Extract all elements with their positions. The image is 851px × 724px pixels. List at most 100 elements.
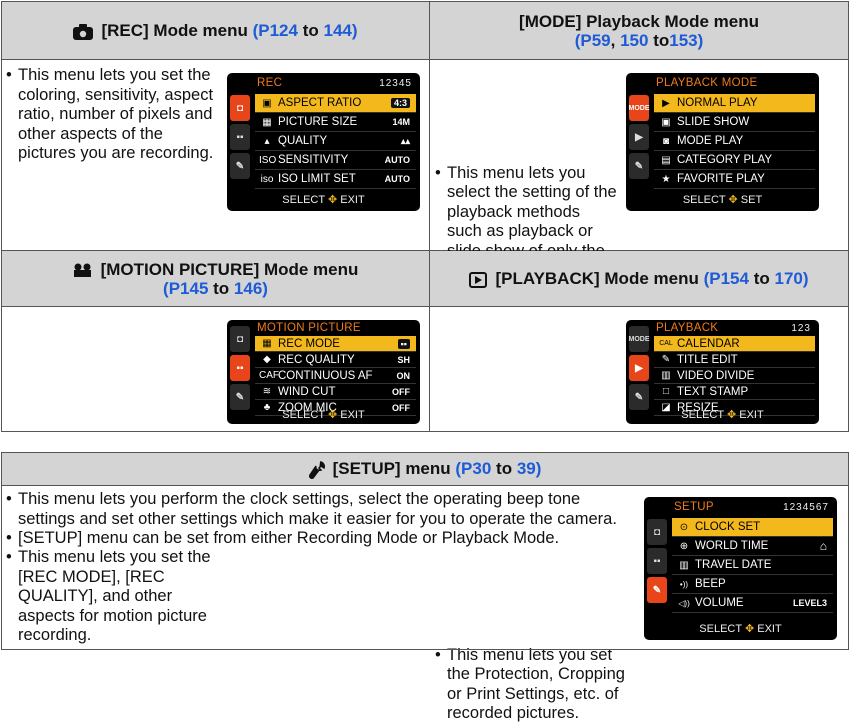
lcd-title: REC — [257, 77, 283, 89]
lcd-item-rec-quality: ◆ REC QUALITY SH — [255, 352, 416, 368]
rec-ref-end[interactable]: 144) — [323, 21, 357, 40]
motion-tab-icon: ▪▪ — [647, 548, 667, 574]
wrench-tab-icon: ✎ — [629, 153, 649, 179]
rec-menu-header: [REC] Mode menu (P124 to 144) — [2, 2, 429, 60]
mode-tab-icon: MODE — [629, 326, 650, 352]
lcd-item-text-stamp: □ TEXT STAMP — [654, 384, 815, 400]
playback-menu-header: [PLAYBACK] Mode menu (P154 to 170) — [430, 251, 848, 307]
dial-icon: ✥ — [327, 194, 338, 206]
playback-mode-screen: MODE ▶ ✎ PLAYBACK MODE ▶ NORMAL PLAY ▣ SLI… — [626, 73, 819, 211]
setup-ref-to: to — [496, 459, 513, 479]
lcd-item-value: SH — [397, 354, 410, 365]
motion-ref-start[interactable]: (P145 — [163, 279, 208, 298]
setup-menu-header: [SETUP] menu (P30 to 39) — [2, 453, 848, 486]
lcd-item-calendar: CAL CALENDAR — [654, 336, 815, 352]
lcd-item-label: BEEP — [695, 578, 726, 590]
playback-ref-to: to — [753, 269, 770, 288]
setup-ref-end[interactable]: 39) — [517, 459, 542, 478]
lcd-footer-select: SELECT — [699, 623, 742, 635]
lcd-item-label: ISO LIMIT SET — [278, 173, 356, 185]
lcd-item-mode-play: ◙ MODE PLAY — [654, 132, 815, 151]
lcd-footer-select: SELECT — [682, 194, 726, 206]
lcd-item-value: LEVEL3 — [792, 598, 827, 608]
lcd-side-tabs: MODE ▶ ✎ — [629, 95, 650, 182]
lcd-item-aspect-ratio: ▣ ASPECT RATIO 4:3 — [255, 94, 416, 113]
camera-tab-icon: ◘ — [230, 326, 250, 352]
lcd-item-value: ▪▪ — [397, 338, 410, 349]
video-divide-icon: ▥ — [661, 370, 671, 381]
lcd-item-value: 14M — [392, 117, 410, 127]
playback-mode-ref-3[interactable]: 153) — [669, 31, 703, 50]
playback-mode-ref-2[interactable]: 150 — [620, 31, 648, 50]
playback-ref-end[interactable]: 170) — [774, 269, 808, 288]
play-tab-icon: ▶ — [629, 124, 649, 150]
favorite-icon: ★ — [661, 173, 671, 185]
lcd-item-slide-show: ▣ SLIDE SHOW — [654, 113, 815, 132]
volume-icon: ◁)) — [678, 598, 690, 608]
lcd-item-value: 4:3 — [390, 98, 410, 108]
motion-ref-to: to — [213, 278, 230, 298]
mode-play-icon: ◙ — [662, 135, 670, 147]
dial-icon: ✥ — [726, 409, 737, 421]
lcd-item-title-edit: ✎ TITLE EDIT — [654, 352, 815, 368]
lcd-side-tabs: ◘ ▪▪ ✎ — [647, 519, 667, 606]
playback-mode-ref-sep: , — [610, 30, 616, 50]
wrench-icon — [308, 461, 325, 479]
playback-mode-ref-to: to — [653, 30, 670, 50]
lcd-item-label: CALENDAR — [677, 337, 740, 350]
picture-size-icon: ▦ — [262, 116, 272, 128]
lcd-side-tabs: MODE ▶ ✎ — [629, 326, 650, 413]
motion-ref-end[interactable]: 146) — [234, 279, 268, 298]
lcd-item-video-divide: ▥ VIDEO DIVIDE — [654, 368, 815, 384]
lcd-footer-select: SELECT — [282, 194, 325, 206]
wind-cut-icon: ≋ — [262, 386, 272, 397]
rec-ref-start[interactable]: (P124 — [253, 21, 298, 40]
playback-header-label: [PLAYBACK] Mode menu — [495, 269, 699, 288]
lcd-footer-action: EXIT — [340, 194, 365, 206]
playback-screen: MODE ▶ ✎ PLAYBACK 123 CAL CALENDAR ✎ TITLE… — [626, 320, 819, 424]
playback-mode-ref-1[interactable]: (P59 — [575, 31, 611, 50]
lcd-item-picture-size: ▦ PICTURE SIZE 14M — [255, 113, 416, 132]
dial-icon: ✥ — [744, 623, 755, 635]
world-time-icon: ⊕ — [679, 540, 689, 552]
lcd-item-value: AUTO — [384, 174, 410, 184]
lcd-item-normal-play: ▶ NORMAL PLAY — [654, 94, 815, 113]
play-tab-icon: ▶ — [629, 355, 649, 381]
lcd-footer-select: SELECT — [681, 409, 724, 421]
lcd-item-beep: •)) BEEP — [672, 575, 833, 594]
camera-tab-icon: ◘ — [230, 95, 250, 121]
setup-description: This menu lets you perform the clock set… — [6, 490, 626, 549]
motion-tab-icon: ▪▪ — [230, 124, 250, 150]
lcd-item-world-time: ⊕ WORLD TIME ⌂ — [672, 537, 833, 556]
wrench-tab-icon: ✎ — [230, 384, 250, 410]
clock-icon: ⊙ — [679, 521, 689, 533]
motion-picture-icon — [73, 263, 91, 278]
rec-quality-icon: ◆ — [263, 354, 271, 365]
lcd-item-clock-set: ⊙ CLOCK SET — [672, 518, 833, 537]
wrench-tab-icon: ✎ — [230, 153, 250, 179]
rec-description: This menu lets you set the coloring, sen… — [6, 66, 223, 164]
lcd-item-value: OFF — [392, 386, 410, 397]
setup-ref-start[interactable]: (P30 — [455, 459, 491, 478]
lcd-footer: SELECT ✥ EXIT — [227, 408, 420, 421]
playback-ref-start[interactable]: (P154 — [704, 269, 749, 288]
title-edit-icon: ✎ — [661, 354, 671, 365]
lcd-title: PLAYBACK — [656, 322, 719, 334]
lcd-title: MOTION PICTURE — [257, 322, 361, 334]
lcd-item-label: VIDEO DIVIDE — [677, 369, 755, 382]
lcd-title: SETUP — [674, 501, 714, 513]
dial-icon: ✥ — [327, 409, 338, 421]
lcd-item-value: ON — [396, 370, 411, 381]
lcd-item-quality: ▴ QUALITY ▴▴ — [255, 132, 416, 151]
lcd-footer-action: EXIT — [340, 409, 365, 421]
wrench-tab-icon: ✎ — [629, 384, 649, 410]
iso-limit-icon: iso — [260, 173, 274, 185]
lcd-item-label: WORLD TIME — [695, 540, 769, 552]
lcd-pages: 1234567 — [783, 502, 829, 513]
motion-header-label: [MOTION PICTURE] Mode menu — [100, 259, 359, 279]
camera-icon — [73, 23, 94, 40]
lcd-item-label: TEXT STAMP — [677, 385, 749, 398]
lcd-item-label: QUALITY — [278, 135, 328, 147]
calendar-icon: CAL — [659, 340, 673, 347]
lcd-footer-action: SET — [740, 194, 763, 206]
